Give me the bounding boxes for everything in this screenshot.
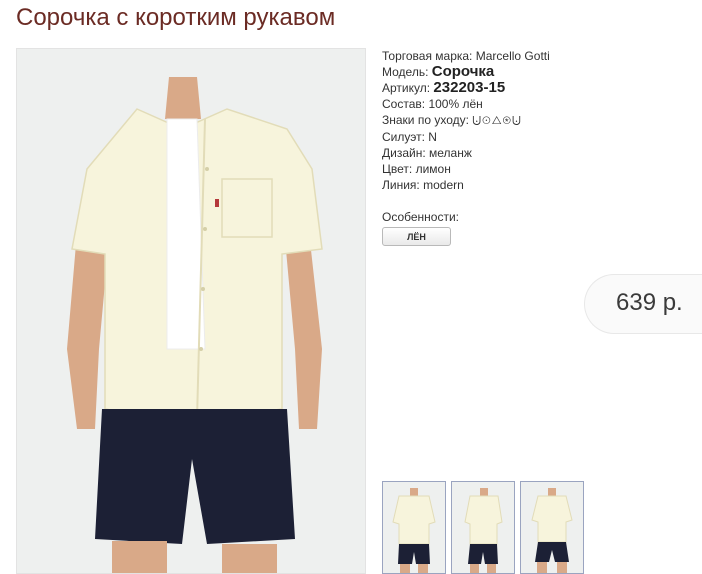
product-details: Торговая марка: Marcello Gotti Модель: С… xyxy=(382,48,682,246)
color-row: Цвет: лимон xyxy=(382,161,682,177)
care-row: Знаки по уходу: ⨃⊙△⊛⨃ xyxy=(382,112,682,129)
brand-value: Marcello Gotti xyxy=(475,49,550,63)
product-title: Сорочка с коротким рукавом xyxy=(16,4,336,31)
design-value: меланж xyxy=(429,146,472,160)
feature-tag-button[interactable]: ЛЁН xyxy=(382,227,451,246)
model-value: Сорочка xyxy=(431,63,495,80)
model-row: Модель: Сорочка xyxy=(382,64,682,80)
composition-label: Состав: xyxy=(382,97,426,111)
color-value: лимон xyxy=(415,162,451,176)
sku-label: Артикул: xyxy=(382,81,431,95)
thumbnail-pose[interactable] xyxy=(520,481,584,574)
model-label: Модель: xyxy=(382,65,429,79)
main-product-photo[interactable] xyxy=(16,48,366,574)
line-row: Линия: modern xyxy=(382,177,682,193)
composition-value: 100% лён xyxy=(428,97,483,111)
color-label: Цвет: xyxy=(382,162,413,176)
price-value: 639 р. xyxy=(616,289,683,316)
thumbnail-side[interactable] xyxy=(451,481,515,574)
silhouette-value: N xyxy=(428,130,437,144)
brand-row: Торговая марка: Marcello Gotti xyxy=(382,48,682,64)
silhouette-label: Силуэт: xyxy=(382,130,425,144)
care-symbols-icon[interactable]: ⨃⊙△⊛⨃ xyxy=(472,115,522,127)
thumbnail-front[interactable] xyxy=(382,481,446,574)
thumbnail-gallery xyxy=(382,481,584,574)
design-row: Дизайн: меланж xyxy=(382,145,682,161)
brand-label: Торговая марка: xyxy=(382,49,473,63)
features-label: Особенности: xyxy=(382,210,460,224)
line-label: Линия: xyxy=(382,178,420,192)
line-value: modern xyxy=(423,178,464,192)
sku-row: Артикул: 232203-15 xyxy=(382,80,682,96)
design-label: Дизайн: xyxy=(382,146,426,160)
sku-value: 232203-15 xyxy=(433,79,506,96)
care-label: Знаки по уходу: xyxy=(382,113,469,127)
composition-row: Состав: 100% лён xyxy=(382,96,682,112)
silhouette-row: Силуэт: N xyxy=(382,129,682,145)
